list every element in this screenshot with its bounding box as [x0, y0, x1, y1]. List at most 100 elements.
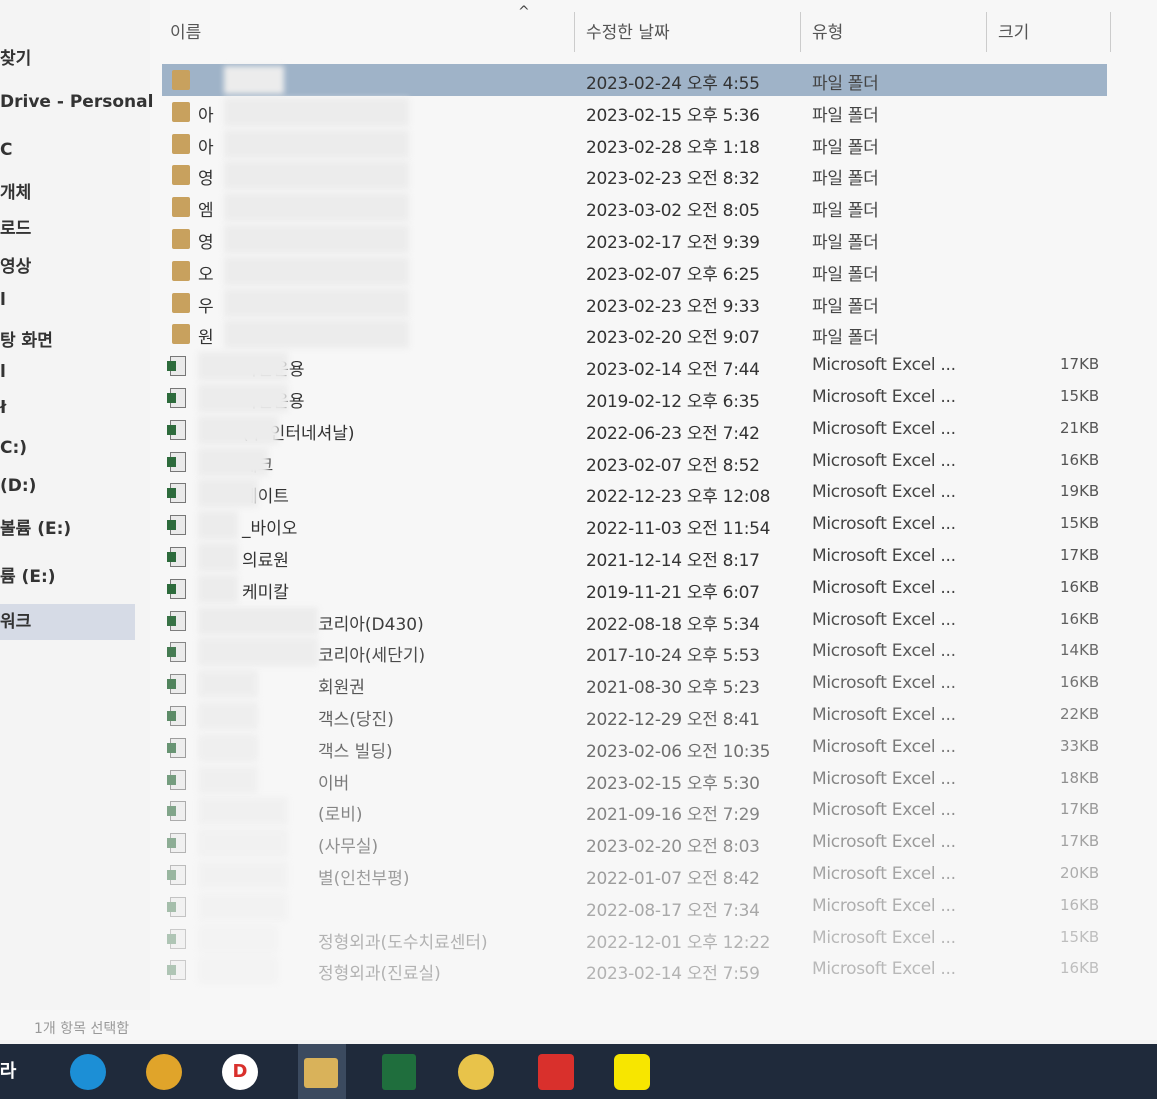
redaction-blur — [224, 256, 409, 285]
file-row[interactable]: 자산운용2019-02-12 오후 6:35Microsoft Excel ..… — [162, 382, 1107, 414]
file-row[interactable]: 코리아(D430) 2022-08-18 오후 5:34 Microsoft Exc… — [162, 605, 1107, 637]
file-row[interactable]: 정형외과(도수치료센터) 2022-12-01 오후 12:22 Microsoft… — [162, 923, 1107, 955]
redaction-blur — [198, 702, 258, 730]
file-type: 파일 폴더 — [812, 105, 879, 126]
file-row[interactable]: 2022-08-17 오전 7:34 Microsoft Excel ... 16K… — [162, 891, 1107, 923]
file-modified-date: 2023-02-14 오전 7:44 — [586, 360, 760, 381]
folder-row[interactable]: 아 2023-02-28 오후 1:18 파일 폴더 — [162, 128, 1107, 160]
file-row[interactable]: (사무실) 2023-02-20 오전 8:03 Microsoft Excel .… — [162, 827, 1107, 859]
file-row[interactable]: 자산운용2023-02-14 오전 7:44Microsoft Excel ..… — [162, 350, 1107, 382]
excel-file-icon — [167, 801, 186, 822]
start-button[interactable]: 라 — [0, 1054, 26, 1090]
file-modified-date: 2021-12-14 오전 8:17 — [586, 551, 760, 571]
file-modified-date: 2023-02-15 오후 5:36 — [586, 105, 760, 126]
folder-row[interactable]: 오 2023-02-07 오후 6:25 파일 폴더 — [162, 255, 1107, 287]
nav-item-documents[interactable]: l — [0, 290, 6, 310]
file-type: Microsoft Excel ... — [812, 864, 956, 884]
file-row[interactable]: (로비) 2021-09-16 오전 7:29 Microsoft Excel ..… — [162, 795, 1107, 827]
file-type: 파일 폴더 — [812, 137, 879, 158]
folder-row[interactable]: 2023-02-24 오후 4:55 파일 폴더 — [162, 64, 1107, 96]
file-size: 16KB — [1060, 577, 1100, 596]
excel-icon[interactable] — [382, 1054, 416, 1090]
file-name: 케미칼 — [242, 582, 289, 603]
file-modified-date: 2022-12-23 오후 12:08 — [586, 487, 771, 508]
file-type: Microsoft Excel ... — [812, 641, 956, 662]
redaction-blur — [198, 574, 238, 603]
file-explorer-icon[interactable] — [304, 1058, 338, 1088]
file-row[interactable]: (구 인터네셔날) 2022-06-23 오전 7:42 Microsoft Exc… — [162, 414, 1107, 446]
file-row[interactable]: 회원권 2021-08-30 오후 5:23 Microsoft Excel ...… — [162, 668, 1107, 700]
folder-row[interactable]: 영 2023-02-23 오전 8:32 파일 폴더 — [162, 159, 1107, 191]
nav-item-network[interactable]: 워크 — [0, 604, 135, 640]
redaction-blur — [198, 638, 318, 667]
nav-item-videos[interactable]: 영상 — [0, 252, 31, 277]
column-header-name[interactable]: 이름 — [170, 18, 201, 43]
file-name: 영 — [198, 169, 214, 190]
nav-item-drive-e-2[interactable]: 륨 (E:) — [0, 562, 56, 587]
nav-item-music[interactable]: ł — [0, 398, 6, 418]
file-name: 엠 — [198, 201, 214, 222]
file-row[interactable]: 객스(당진) 2022-12-29 오전 8:41 Microsoft Excel … — [162, 700, 1107, 732]
column-header-size[interactable]: 크기 — [998, 18, 1029, 43]
nav-item-desktop[interactable]: 탕 화면 — [0, 326, 53, 351]
app-icon[interactable] — [458, 1054, 494, 1090]
chrome-browser-icon[interactable] — [146, 1054, 182, 1090]
file-row[interactable]: 객스 빌딩) 2023-02-06 오전 10:35 Microsoft Excel… — [162, 732, 1107, 764]
file-size: 16KB — [1060, 895, 1100, 914]
folder-row[interactable]: 엠 2023-03-02 오전 8:05 파일 폴더 — [162, 191, 1107, 223]
column-divider[interactable] — [986, 12, 987, 52]
file-row[interactable]: 별(인천부평) 2022-01-07 오전 8:42 Microsoft Excel… — [162, 859, 1107, 891]
file-row[interactable]: _바이오 2022-11-03 오전 11:54 Microsoft Excel .… — [162, 509, 1107, 541]
nav-item-downloads[interactable]: 로드 — [0, 214, 31, 239]
file-type: Microsoft Excel ... — [812, 736, 956, 757]
file-name: 코리아(세단기) — [318, 646, 426, 667]
file-modified-date: 2023-02-07 오전 8:52 — [586, 455, 760, 476]
redaction-blur — [198, 765, 258, 794]
folder-row[interactable]: 우 2023-02-23 오전 9:33 파일 폴더 — [162, 287, 1107, 319]
nav-item-drive-c[interactable]: C:) — [0, 438, 27, 458]
column-divider[interactable] — [574, 12, 575, 52]
nav-item-pc[interactable]: C — [0, 140, 12, 160]
taskbar: 라 D — [0, 1044, 1157, 1099]
file-name: 영 — [198, 233, 214, 253]
redaction-blur — [198, 543, 238, 571]
folder-row[interactable]: 원 2023-02-20 오전 9:07 파일 폴더 — [162, 318, 1107, 350]
redaction-blur — [224, 161, 409, 190]
file-row[interactable]: 메이트 2022-12-23 오후 12:08 Microsoft Excel ..… — [162, 477, 1107, 509]
file-modified-date: 2023-02-07 오후 6:25 — [586, 264, 760, 285]
nav-item-onedrive[interactable]: Drive - Personal — [0, 92, 153, 112]
nav-item-3d-objects[interactable]: 개체 — [0, 178, 31, 203]
file-row[interactable]: 정형외과(진료실) 2023-02-14 오전 7:59 Microsoft Exc… — [162, 954, 1107, 986]
kakaotalk-icon[interactable] — [614, 1054, 650, 1090]
file-name: (로비) — [318, 805, 363, 826]
nav-item-drive-e[interactable]: 볼륨 (E:) — [0, 514, 71, 539]
column-header-date[interactable]: 수정한 날짜 — [586, 18, 670, 43]
nav-item-drive-d[interactable]: (D:) — [0, 476, 36, 496]
nav-item-quick-access[interactable]: 찾기 — [0, 44, 31, 69]
file-row[interactable]: 테크2023-02-07 오전 8:52Microsoft Excel ...1… — [162, 446, 1107, 478]
file-row[interactable]: 의료원 2021-12-14 오전 8:17 Microsoft Excel ...… — [162, 541, 1107, 573]
file-row[interactable]: 이버 2023-02-15 오후 5:30 Microsoft Excel ... 1… — [162, 764, 1107, 796]
column-divider[interactable] — [800, 12, 801, 52]
file-type: Microsoft Excel ... — [812, 959, 956, 980]
folder-row[interactable]: 영 2023-02-17 오전 9:39 파일 폴더 — [162, 223, 1107, 255]
column-header-type[interactable]: 유형 — [812, 18, 843, 43]
file-type: 파일 폴더 — [812, 74, 879, 94]
file-modified-date: 2023-02-14 오전 7:59 — [586, 964, 760, 985]
file-type: Microsoft Excel ... — [812, 800, 956, 821]
file-size: 15KB — [1060, 514, 1100, 533]
column-divider[interactable] — [1110, 12, 1111, 52]
file-row[interactable]: 코리아(세단기) 2017-10-24 오후 5:53 Microsoft Exce… — [162, 636, 1107, 668]
file-type: Microsoft Excel ... — [812, 482, 956, 503]
app-d-icon[interactable]: D — [222, 1054, 258, 1090]
nav-item-pictures[interactable]: l — [0, 362, 6, 382]
folder-row[interactable]: 아 2023-02-15 오후 5:36 파일 폴더 — [162, 96, 1107, 128]
pdf-reader-icon[interactable] — [538, 1054, 574, 1090]
file-modified-date: 2023-02-20 오전 8:03 — [586, 837, 760, 858]
file-type: Microsoft Excel ... — [812, 387, 956, 407]
edge-browser-icon[interactable] — [70, 1054, 106, 1090]
excel-file-icon — [167, 547, 186, 567]
file-row[interactable]: 케미칼 2019-11-21 오후 6:07 Microsoft Excel ...… — [162, 573, 1107, 605]
folder-icon — [172, 229, 190, 249]
file-type: 파일 폴더 — [812, 264, 879, 285]
